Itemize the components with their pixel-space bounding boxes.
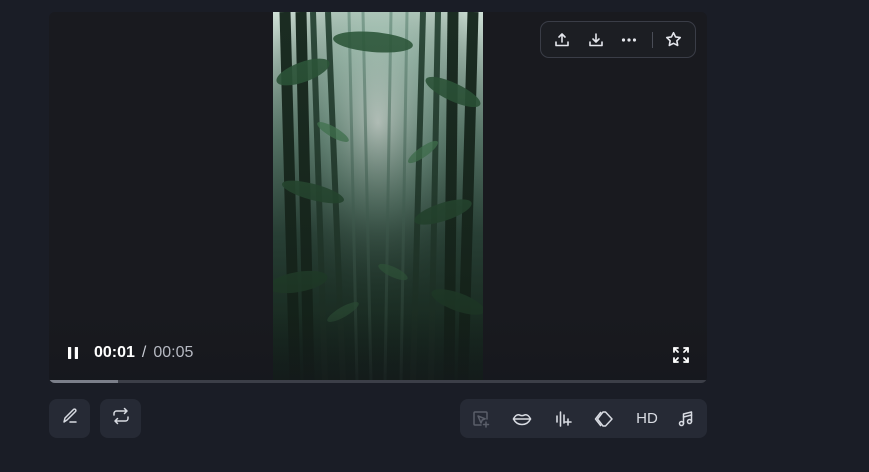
playback-controls: 00:01 / 00:05 — [65, 344, 193, 362]
tools-toolbar: HD — [460, 399, 707, 438]
repeat-button[interactable] — [100, 399, 141, 438]
audio-enhance-icon[interactable] — [550, 406, 576, 432]
progress-bar[interactable] — [49, 380, 707, 383]
video-frame[interactable] — [273, 12, 483, 381]
music-icon[interactable] — [673, 406, 699, 432]
lip-sync-icon[interactable] — [509, 406, 535, 432]
extend-icon[interactable] — [591, 406, 617, 432]
hd-button[interactable]: HD — [632, 406, 662, 432]
time-separator: / — [141, 344, 147, 361]
pause-icon[interactable] — [65, 345, 81, 361]
download-icon[interactable] — [583, 25, 610, 55]
edit-icon — [61, 407, 79, 430]
share-icon[interactable] — [549, 25, 576, 55]
star-icon[interactable] — [660, 25, 687, 55]
actions-divider — [651, 31, 653, 48]
fullscreen-icon[interactable] — [672, 346, 690, 364]
repeat-icon — [111, 407, 131, 430]
progress-fill — [49, 380, 119, 383]
video-player[interactable]: 00:01 / 00:05 — [49, 12, 707, 383]
total-time: 00:05 — [153, 344, 194, 361]
more-icon[interactable] — [616, 25, 643, 55]
edit-button[interactable] — [49, 399, 90, 438]
top-actions-bar — [540, 21, 696, 58]
add-frame-icon[interactable] — [468, 406, 494, 432]
current-time: 00:01 — [94, 344, 135, 361]
